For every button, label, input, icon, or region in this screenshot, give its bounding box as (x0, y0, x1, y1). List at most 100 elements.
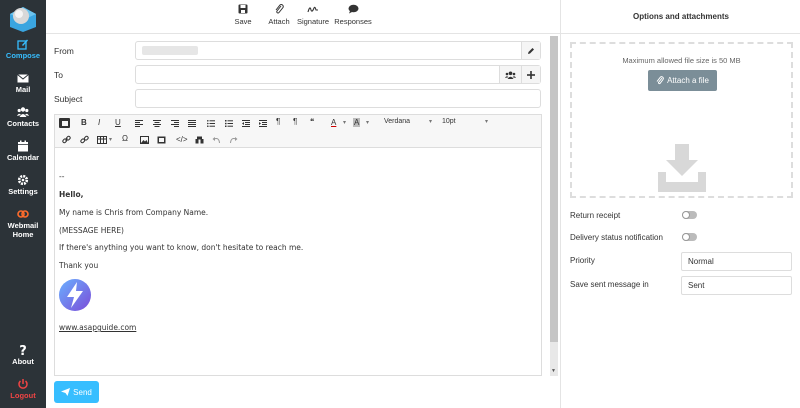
link-icon[interactable] (62, 135, 71, 144)
save-sent-select[interactable]: Sent (681, 276, 792, 295)
body-line: (MESSAGE HERE) (59, 226, 124, 235)
sidebar-item-label: Contacts (6, 119, 40, 128)
attach-file-label: Attach a file (667, 76, 709, 85)
unlink-icon[interactable] (80, 135, 89, 144)
attachment-dropzone[interactable]: Maximum allowed file size is 50 MB Attac… (570, 42, 793, 198)
text-color-button[interactable]: A (331, 118, 336, 127)
gear-icon (17, 174, 29, 186)
font-size-value: 10pt (442, 118, 456, 125)
return-receipt-toggle[interactable] (682, 211, 697, 219)
subject-label: Subject (54, 94, 83, 104)
table-icon[interactable] (97, 136, 107, 144)
return-receipt-label: Return receipt (570, 211, 621, 220)
from-field[interactable] (135, 41, 541, 60)
table-dropdown-icon[interactable]: ▾ (109, 136, 112, 143)
comment-icon (348, 4, 358, 14)
responses-button[interactable]: Responses (334, 4, 372, 26)
undo-icon[interactable] (212, 136, 221, 144)
background-color-dropdown-icon[interactable]: ▾ (366, 119, 369, 126)
bold-button[interactable]: B (81, 118, 87, 127)
from-label: From (54, 46, 74, 56)
attach-button[interactable]: Attach (266, 4, 292, 26)
sidebar-item-label: Settings (8, 187, 38, 196)
sidebar-item-calendar[interactable]: Calendar (0, 140, 46, 162)
align-right-icon[interactable] (171, 120, 179, 127)
sidebar-item-logout[interactable]: Logout (0, 378, 46, 400)
sidebar-item-label: Calendar (6, 153, 40, 162)
add-recipient-button[interactable] (521, 66, 540, 83)
blockquote-button[interactable]: ❝ (310, 117, 314, 126)
media-icon[interactable] (157, 136, 166, 144)
website-link[interactable]: www.asapguide.com (59, 323, 136, 332)
signature-label: Signature (296, 17, 330, 26)
font-family-select[interactable]: Verdana ▾ (384, 118, 434, 125)
delivery-status-toggle[interactable] (682, 233, 697, 241)
scrollbar-thumb[interactable] (550, 36, 558, 342)
sidebar-item-settings[interactable]: Settings (0, 174, 46, 196)
align-justify-icon[interactable] (188, 120, 196, 127)
subject-input[interactable] (135, 89, 541, 108)
floppy-icon (238, 4, 248, 14)
special-char-button[interactable]: Ω (122, 134, 128, 143)
company-logo-icon (59, 279, 91, 311)
redo-icon[interactable] (229, 136, 238, 144)
address-book-button[interactable] (499, 66, 521, 83)
save-sent-label: Save sent message in (570, 280, 649, 289)
panel-title: Options and attachments (561, 0, 800, 34)
save-button[interactable]: Save (232, 4, 254, 26)
calendar-icon (18, 140, 28, 152)
compose-icon (17, 39, 28, 50)
sidebar-item-webmail-home[interactable]: Webmail Home (0, 208, 46, 239)
sidebar-item-label: Compose (5, 51, 41, 60)
numbered-list-icon[interactable] (225, 120, 233, 127)
signature-icon (307, 6, 318, 13)
power-icon (18, 379, 28, 389)
responses-label: Responses (334, 17, 372, 26)
font-size-select[interactable]: 10pt ▾ (442, 118, 492, 125)
italic-button[interactable]: I (98, 118, 100, 127)
paperclip-icon (275, 4, 284, 14)
plus-icon (527, 70, 535, 79)
image-icon[interactable] (140, 136, 149, 144)
sidebar-item-about[interactable]: ? About (0, 344, 46, 366)
priority-label: Priority (570, 256, 595, 265)
rtl-button[interactable]: ¶ (293, 117, 297, 126)
paper-plane-icon (61, 388, 71, 396)
align-left-icon[interactable] (135, 120, 143, 127)
text-color-dropdown-icon[interactable]: ▾ (343, 119, 346, 126)
message-body-editor[interactable]: -- Hello, My name is Chris from Company … (54, 148, 542, 376)
ltr-button[interactable]: ¶ (276, 117, 280, 126)
indent-icon[interactable] (259, 120, 267, 127)
scroll-down-arrow-icon[interactable]: ▼ (551, 368, 556, 374)
find-replace-icon[interactable] (195, 136, 204, 144)
attach-label: Attach (268, 17, 290, 26)
underline-button[interactable]: U (115, 118, 121, 127)
attach-file-button[interactable]: Attach a file (648, 70, 717, 91)
outdent-icon[interactable] (242, 120, 250, 127)
sidebar-item-label: Logout (10, 391, 36, 400)
send-button[interactable]: Send (54, 381, 99, 403)
download-icon (658, 144, 706, 192)
code-sample-button[interactable]: </> (176, 135, 188, 144)
to-label: To (54, 70, 63, 80)
users-icon (17, 107, 29, 117)
align-center-icon[interactable] (153, 120, 161, 127)
edit-identity-button[interactable] (521, 42, 540, 59)
source-code-icon[interactable] (59, 118, 70, 128)
editor-toolbar: B I U ¶ ¶ ❝ A ▾ A ▾ Verdana ▾ 10pt ▾ ▾ Ω <… (54, 114, 542, 148)
sidebar-item-label: About (12, 357, 34, 366)
svg-text:?: ? (19, 344, 27, 356)
body-line: My name is Chris from Company Name. (59, 208, 209, 217)
greeting-text: Hello, (59, 190, 84, 199)
users-icon (505, 71, 516, 79)
priority-select[interactable]: Normal (681, 252, 792, 271)
bullet-list-icon[interactable] (207, 120, 215, 127)
background-color-button[interactable]: A (353, 118, 361, 127)
sidebar-item-mail[interactable]: Mail (0, 72, 46, 94)
sidebar-item-compose[interactable]: Compose (0, 38, 46, 60)
to-field[interactable] (135, 65, 541, 84)
font-family-value: Verdana (384, 118, 411, 125)
sidebar-item-contacts[interactable]: Contacts (0, 106, 46, 128)
signature-button[interactable]: Signature (296, 4, 330, 26)
editor-scrollbar[interactable]: ▼ (550, 36, 558, 376)
